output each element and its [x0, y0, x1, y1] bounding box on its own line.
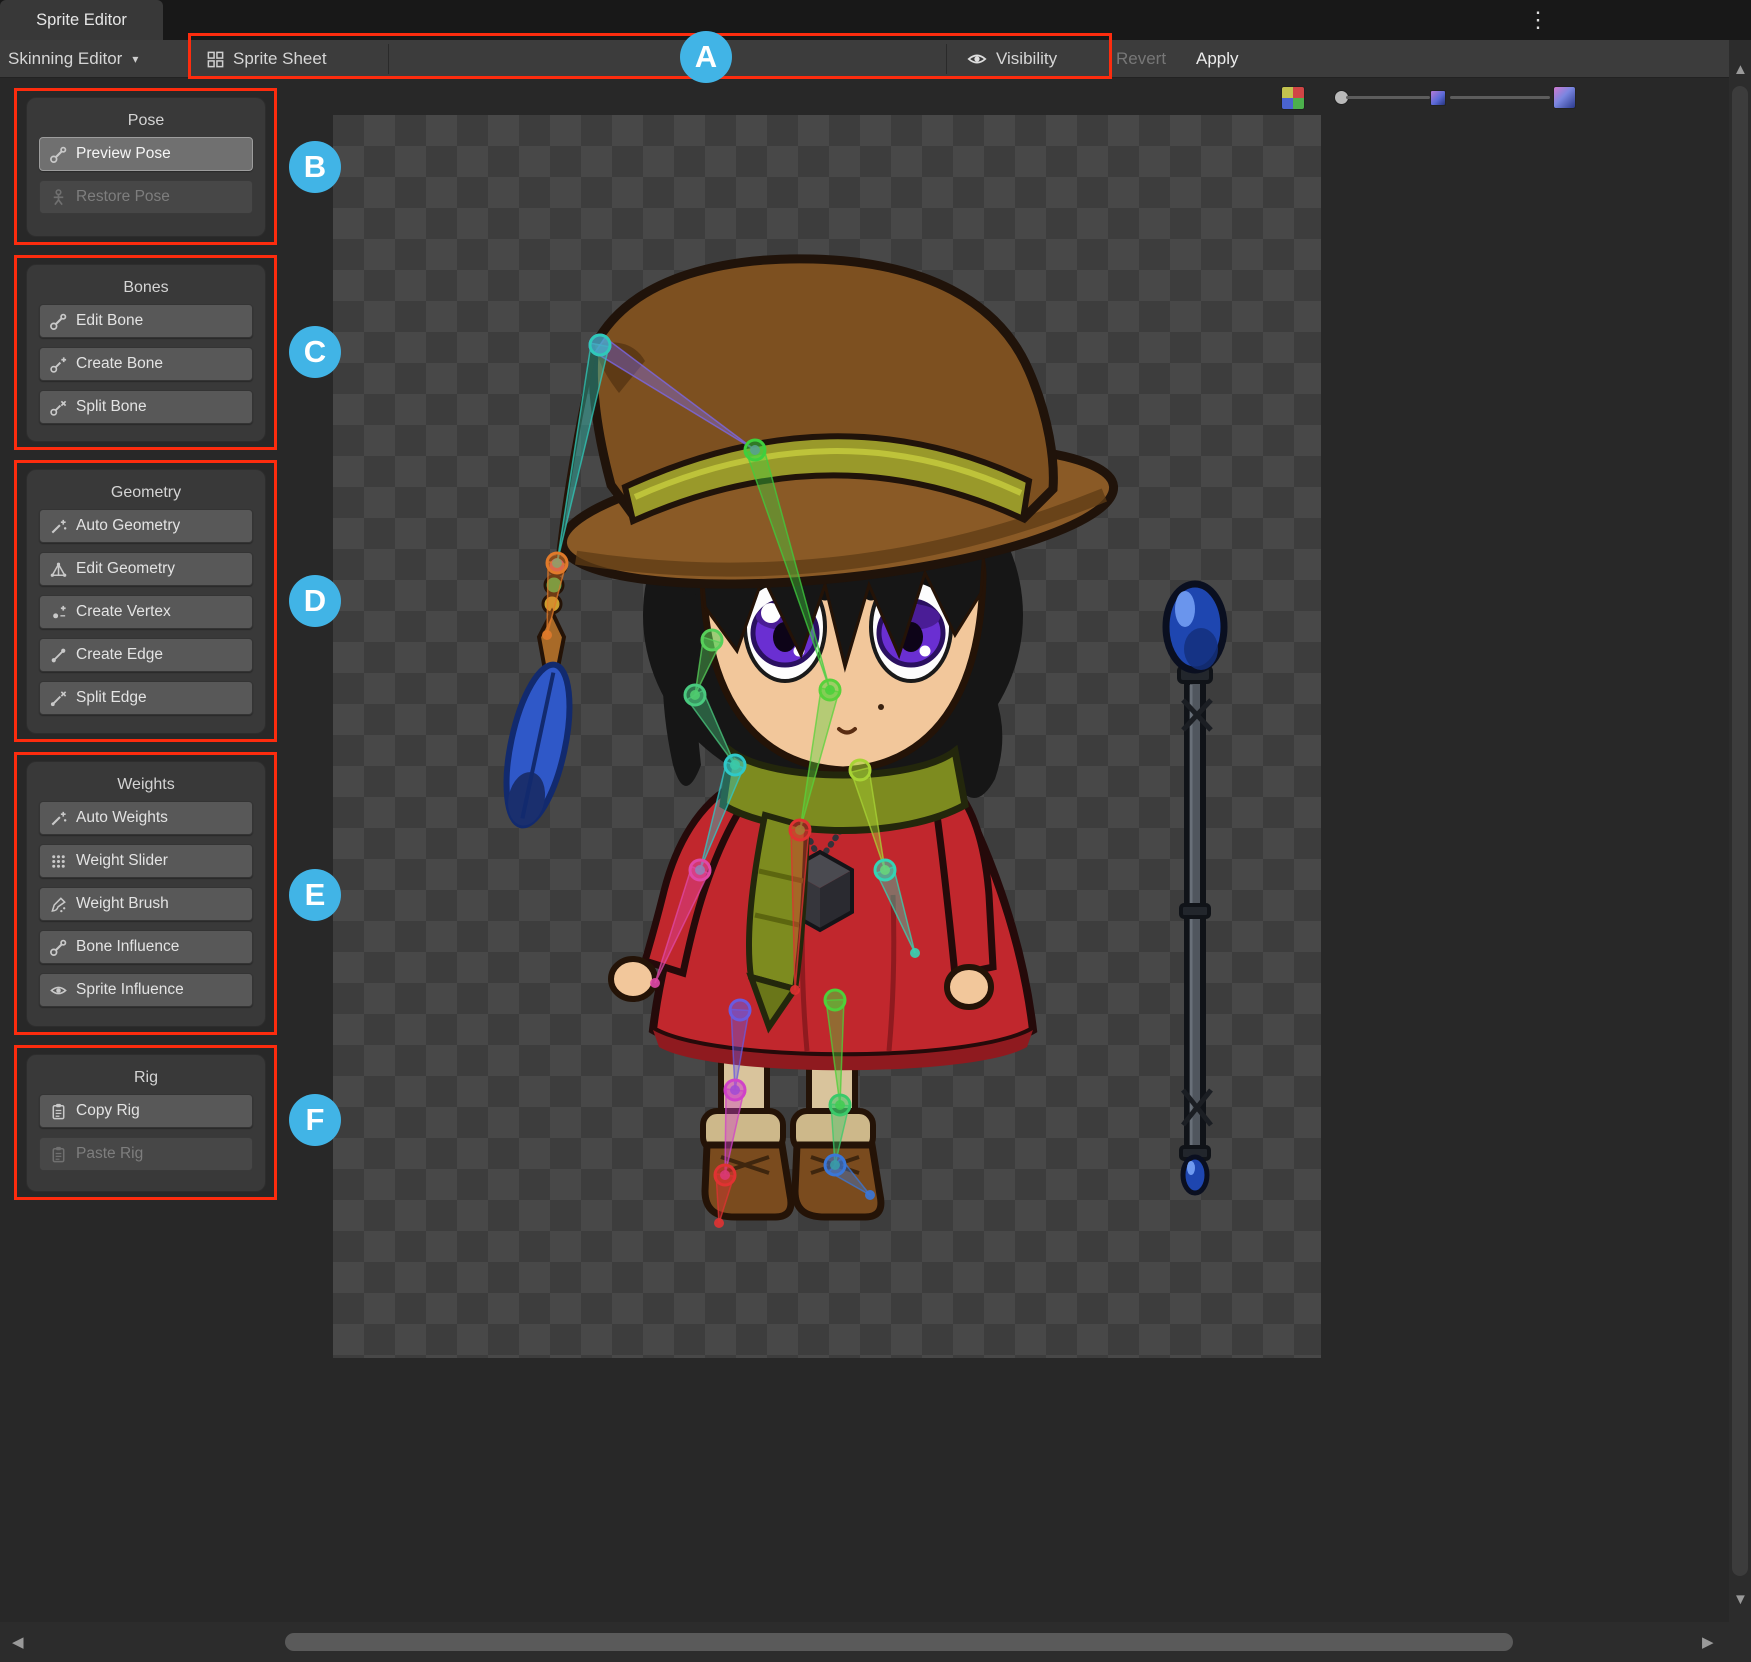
annotation-badge-f: F [289, 1094, 341, 1146]
toolbar: Skinning Editor ▾ Sprite Sheet Visibilit… [0, 40, 1729, 78]
sprite-sheet-button[interactable]: Sprite Sheet [206, 40, 327, 78]
pose-panel: Pose Preview Pose Restore Pose [26, 97, 266, 237]
weight-brush-icon [49, 895, 68, 914]
vertical-scrollbar-thumb[interactable] [1732, 86, 1748, 1576]
color-swatch-button[interactable] [1281, 86, 1305, 110]
split-edge-icon [49, 689, 68, 708]
create-vertex-button[interactable]: Create Vertex [39, 595, 253, 629]
auto-geometry-button[interactable]: Auto Geometry [39, 509, 253, 543]
paste-rig-button[interactable]: Paste Rig [39, 1137, 253, 1171]
annotation-badge-a: A [680, 31, 732, 83]
restore-figure-icon [49, 188, 68, 207]
staff-sprite [1166, 584, 1224, 1193]
pose-bone-icon [49, 145, 68, 164]
edit-geometry-icon [49, 560, 68, 579]
revert-button[interactable]: Revert [1116, 40, 1166, 78]
zoom-slider-track[interactable] [1346, 96, 1430, 99]
auto-weights-button[interactable]: Auto Weights [39, 801, 253, 835]
bone-influence-button[interactable]: Bone Influence [39, 930, 253, 964]
edit-geometry-button[interactable]: Edit Geometry [39, 552, 253, 586]
bones-panel: Bones Edit Bone Create Bone Split Bone [26, 264, 266, 442]
rig-panel: Rig Copy Rig Paste Rig [26, 1054, 266, 1192]
annotation-badge-d: D [289, 575, 341, 627]
annotation-badge-b: B [289, 141, 341, 193]
sprite-editor-window: Sprite Editor ⋮ Skinning Editor ▾ Sprite… [0, 0, 1751, 1662]
toolbar-separator [946, 44, 947, 74]
paste-rig-icon [49, 1145, 68, 1164]
weights-panel-title: Weights [27, 769, 265, 801]
create-edge-icon [49, 646, 68, 665]
texture-thumb-icon[interactable] [1430, 90, 1446, 106]
kebab-menu-icon[interactable]: ⋮ [1522, 0, 1554, 40]
bones-panel-title: Bones [27, 272, 265, 304]
toolbar-separator [388, 44, 389, 74]
weight-brush-button[interactable]: Weight Brush [39, 887, 253, 921]
character-sprite [333, 115, 1321, 1358]
create-vertex-icon [49, 603, 68, 622]
copy-rig-button[interactable]: Copy Rig [39, 1094, 253, 1128]
create-edge-button[interactable]: Create Edge [39, 638, 253, 672]
tab-title: Sprite Editor [36, 11, 127, 30]
auto-geometry-icon [49, 517, 68, 536]
annotation-badge-c: C [289, 326, 341, 378]
horizontal-scrollbar[interactable]: ◀ ▶ [0, 1622, 1751, 1662]
geometry-panel-title: Geometry [27, 477, 265, 509]
horizontal-scrollbar-thumb[interactable] [285, 1633, 1513, 1651]
weights-panel: Weights Auto Weights Weight Slider Weigh… [26, 761, 266, 1027]
geometry-panel: Geometry Auto Geometry Edit Geometry Cre… [26, 469, 266, 734]
tab-bar: Sprite Editor ⋮ [0, 0, 1751, 40]
skinning-editor-dropdown[interactable]: Skinning Editor ▾ [8, 40, 138, 78]
rig-panel-title: Rig [27, 1062, 265, 1094]
vertical-scrollbar[interactable]: ▲ ▼ [1729, 40, 1751, 1622]
sprite-influence-icon [49, 981, 68, 1000]
weight-slider-button[interactable]: Weight Slider [39, 844, 253, 878]
copy-rig-icon [49, 1102, 68, 1121]
edit-bone-icon [49, 312, 68, 331]
create-bone-button[interactable]: Create Bone [39, 347, 253, 381]
create-bone-icon [49, 355, 68, 374]
scroll-up-icon[interactable]: ▲ [1733, 62, 1748, 77]
edit-bone-button[interactable]: Edit Bone [39, 304, 253, 338]
visibility-button[interactable]: Visibility [966, 40, 1057, 78]
split-bone-icon [49, 398, 68, 417]
gradient-swatch-icon[interactable] [1553, 86, 1576, 109]
annotation-badge-e: E [289, 869, 341, 921]
pose-panel-title: Pose [27, 105, 265, 137]
feather [495, 659, 582, 831]
auto-weights-icon [49, 809, 68, 828]
sprite-canvas[interactable] [333, 115, 1321, 1358]
eye-icon [966, 48, 988, 70]
chevron-down-icon: ▾ [132, 52, 138, 66]
scroll-left-icon[interactable]: ◀ [12, 1635, 24, 1650]
preview-pose-button[interactable]: Preview Pose [39, 137, 253, 171]
sprite-sheet-icon [206, 50, 225, 69]
sprite-influence-button[interactable]: Sprite Influence [39, 973, 253, 1007]
apply-button[interactable]: Apply [1196, 40, 1239, 78]
restore-pose-button[interactable]: Restore Pose [39, 180, 253, 214]
scroll-down-icon[interactable]: ▼ [1733, 1592, 1748, 1607]
scroll-right-icon[interactable]: ▶ [1702, 1635, 1714, 1650]
bone-influence-icon [49, 938, 68, 957]
brightness-slider-track[interactable] [1450, 96, 1550, 99]
tab-sprite-editor[interactable]: Sprite Editor [0, 0, 163, 40]
split-edge-button[interactable]: Split Edge [39, 681, 253, 715]
weight-slider-icon [49, 852, 68, 871]
split-bone-button[interactable]: Split Bone [39, 390, 253, 424]
